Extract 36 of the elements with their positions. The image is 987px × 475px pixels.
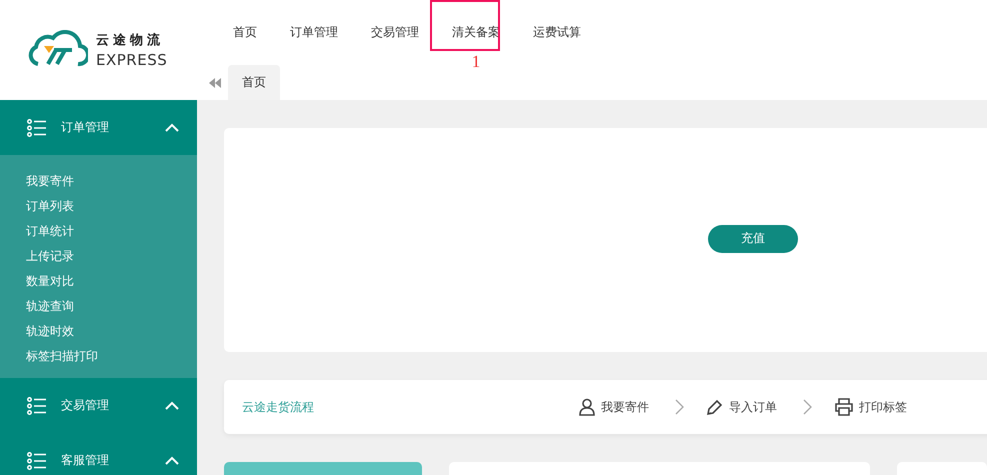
annotation-label: 1 xyxy=(470,52,482,72)
sidebar-item[interactable]: 上传记录 xyxy=(26,244,74,269)
step-link[interactable]: 导入订单 xyxy=(729,398,777,416)
sidebar-item[interactable]: 轨迹时效 xyxy=(26,319,74,344)
sidebar-group-header[interactable]: 交易管理 xyxy=(0,378,197,433)
printer-icon xyxy=(834,398,854,416)
logo-name: 云途物流 xyxy=(96,32,165,49)
chevron-right-icon xyxy=(803,399,812,415)
chevron-up-icon[interactable] xyxy=(165,401,179,410)
sidebar-item[interactable]: 轨迹查询 xyxy=(26,294,74,319)
page-tab[interactable]: 首页 xyxy=(228,65,280,100)
logo-subtitle: EXPRESS xyxy=(96,51,168,69)
person-icon xyxy=(578,398,596,416)
sidebar-group-header[interactable]: 客服管理 xyxy=(0,433,197,475)
step-link[interactable]: 打印标签 xyxy=(859,398,907,416)
chevron-right-icon xyxy=(675,399,684,415)
process-title: 云途走货流程 xyxy=(242,398,314,416)
sidebar-group-header[interactable]: 订单管理 xyxy=(0,100,197,155)
sidebar-item[interactable]: 标签扫描打印 xyxy=(26,344,98,369)
sidebar-item[interactable]: 我要寄件 xyxy=(26,169,74,194)
nav-link[interactable]: 订单管理 xyxy=(290,25,338,39)
step-link[interactable]: 我要寄件 xyxy=(601,398,649,416)
list-icon xyxy=(27,452,47,470)
pen-icon xyxy=(706,398,724,416)
sidebar-item[interactable]: 订单列表 xyxy=(26,194,74,219)
list-icon xyxy=(27,396,47,414)
list-icon xyxy=(27,118,47,136)
chevron-up-icon[interactable] xyxy=(165,456,179,465)
nav-link[interactable]: 交易管理 xyxy=(371,25,419,39)
nav-link[interactable]: 首页 xyxy=(233,25,257,39)
recharge-button[interactable]: 充值 xyxy=(708,224,798,252)
sidebar-item[interactable]: 数量对比 xyxy=(26,269,74,294)
nav-link[interactable]: 运费试算 xyxy=(533,25,581,39)
sidebar-item[interactable]: 订单统计 xyxy=(26,219,74,244)
chevron-up-icon[interactable] xyxy=(165,123,179,132)
collapse-icon[interactable] xyxy=(209,78,221,88)
